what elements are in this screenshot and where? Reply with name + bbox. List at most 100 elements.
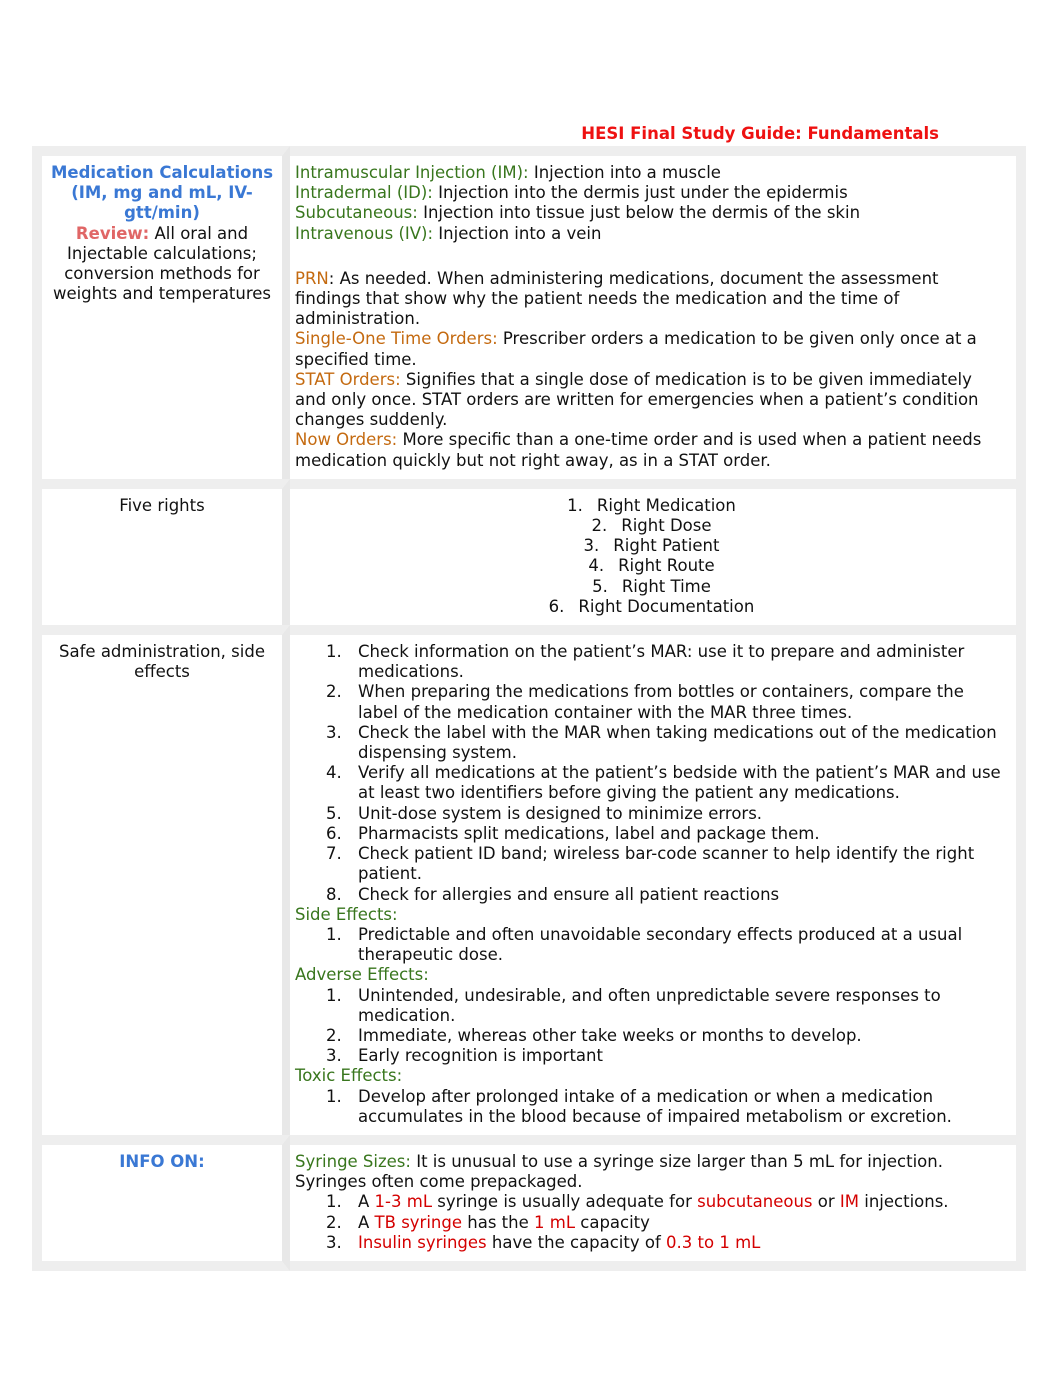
text-run: A <box>358 1212 375 1232</box>
list-item: 1. A 1-3 mL syringe is usually adequate f… <box>295 1192 1008 1212</box>
list-item: 1. Unintended, undesirable, and often unp… <box>295 986 1008 1026</box>
syringe-sizes-term: Syringe Sizes: <box>295 1151 411 1171</box>
table-row-five-rights: Five rights 1. Right Medication 2. Right D… <box>32 478 1026 626</box>
list-text: Unit-dose system is designed to minimize… <box>358 803 763 823</box>
list-number: 2. <box>326 1025 342 1045</box>
table-row-info-on: INFO ON: Syringe Sizes: It is unusual to… <box>32 1134 1026 1271</box>
list-item: 1. Predictable and often unavoidable seco… <box>295 925 1008 965</box>
list-number: 3. <box>326 1232 342 1252</box>
highlighted-text: 1-3 mL <box>374 1192 433 1212</box>
cell-safe-administration-content: 1. Check information on the patient’s MAR… <box>290 625 1026 1135</box>
list-number: 1. <box>326 985 342 1005</box>
toxic-effects-heading: Toxic Effects: <box>295 1066 403 1086</box>
list-number: 3. <box>583 536 600 556</box>
list-text: Check for allergies and ensure all patie… <box>358 884 780 904</box>
adverse-effects-list: 1. Unintended, undesirable, and often unp… <box>295 986 1008 1067</box>
list-item: 2. Immediate, whereas other take weeks or… <box>295 1026 1008 1046</box>
list-text: Early recognition is important <box>358 1046 603 1066</box>
review-label: Review: <box>75 223 150 243</box>
list-item: 1. Develop after prolonged intake of a me… <box>295 1087 1008 1127</box>
route-term: Intradermal (ID): <box>295 183 433 203</box>
list-number: 4. <box>588 556 605 576</box>
side-effects-heading: Side Effects: <box>295 904 398 924</box>
route-term: Subcutaneous: <box>295 203 418 223</box>
list-item: 7. Check patient ID band; wireless bar-co… <box>295 844 1008 884</box>
safe-administration-label: Safe administration, side effects <box>59 642 265 682</box>
list-text: Check the label with the MAR when taking… <box>358 722 997 763</box>
list-number: 2. <box>591 516 608 536</box>
list-number: 3. <box>326 1046 342 1066</box>
list-number: 1. <box>326 1086 342 1106</box>
highlighted-text: 0.3 to 1 mL <box>666 1232 761 1252</box>
list-text: A TB syringe has the 1 mL capacity <box>358 1213 650 1232</box>
list-item: 3. Check the label with the MAR when taki… <box>295 723 1008 763</box>
list-number: 8. <box>326 884 342 904</box>
list-number: 2. <box>326 682 342 702</box>
route-item: Subcutaneous: Injection into tissue just… <box>295 203 1008 223</box>
order-term: Now Orders: <box>295 430 398 450</box>
list-text: Check information on the patient’s MAR: … <box>358 642 965 682</box>
syringe-list: 1. A 1-3 mL syringe is usually adequate f… <box>295 1192 1008 1253</box>
list-item: 3. Insulin syringes have the capacity of … <box>295 1233 1008 1253</box>
list-text: Develop after prolonged intake of a medi… <box>358 1086 952 1126</box>
route-item: Intravenous (IV): Injection into a vein <box>295 224 1008 244</box>
order-definition: More specific than a one-time order and … <box>295 430 982 470</box>
highlighted-text: Insulin syringes <box>358 1232 487 1252</box>
safe-administration-steps: 1. Check information on the patient’s MAR… <box>295 642 1008 905</box>
text-run: or <box>812 1192 840 1212</box>
text-run: have the capacity of <box>486 1232 667 1252</box>
order-item: Now Orders: More specific than a one-tim… <box>295 430 1008 470</box>
text-run: injections. <box>859 1192 949 1212</box>
right-item: 3. Right Patient <box>295 536 1008 556</box>
list-number: 7. <box>326 844 342 864</box>
list-number: 6. <box>548 596 565 616</box>
list-item: 8. Check for allergies and ensure all pat… <box>295 885 1008 905</box>
right-text: Right Dose <box>621 516 712 536</box>
right-text: Right Route <box>618 556 715 576</box>
orders-list: PRN: As needed. When administering medic… <box>295 269 1008 471</box>
text-run: capacity <box>575 1212 650 1232</box>
cell-five-rights-topic: Five rights <box>32 478 290 626</box>
study-guide-table-wrapper: Medication Calculations (IM, mg and mL, … <box>32 146 1026 1271</box>
right-item: 5. Right Time <box>295 577 1008 597</box>
cell-five-rights-content: 1. Right Medication 2. Right Dose 3. Right … <box>290 478 1026 626</box>
review-note: Review: All oral and Injectable calculat… <box>46 224 278 305</box>
right-text: Right Medication <box>596 495 736 515</box>
list-text: Predictable and often unavoidable second… <box>358 924 963 965</box>
list-text: Immediate, whereas other take weeks or m… <box>358 1025 862 1045</box>
right-item: 2. Right Dose <box>295 516 1008 536</box>
route-term: Intravenous (IV): <box>295 223 434 243</box>
order-item: Single-One Time Orders: Prescriber order… <box>295 329 1008 369</box>
route-term: Intramuscular Injection (IM): <box>295 163 529 182</box>
medication-calculations-heading: Medication Calculations (IM, mg and mL, … <box>50 163 274 223</box>
list-text: When preparing the medications from bott… <box>358 682 964 722</box>
list-number: 5. <box>592 576 608 596</box>
syringe-sizes-intro: Syringe Sizes: It is unusual to use a sy… <box>295 1152 1008 1192</box>
list-number: 1. <box>326 1192 342 1212</box>
cell-safe-administration-topic: Safe administration, side effects <box>32 625 290 1135</box>
highlighted-text: IM <box>839 1192 860 1212</box>
highlighted-text: subcutaneous <box>697 1192 813 1212</box>
table-row-medication-calculations: Medication Calculations (IM, mg and mL, … <box>32 146 1026 479</box>
right-item: 1. Right Medication <box>295 496 1008 516</box>
right-text: Right Documentation <box>578 596 755 616</box>
list-item: 2. When preparing the medications from bo… <box>295 682 1008 722</box>
order-item: PRN: As needed. When administering medic… <box>295 269 1008 330</box>
text-run: A <box>358 1192 375 1212</box>
table-row-safe-administration: Safe administration, side effects 1. Chec… <box>32 625 1026 1135</box>
route-definition: Injection into the dermis just under the… <box>432 183 848 203</box>
list-text: Pharmacists split medications, label and… <box>358 823 820 843</box>
toxic-effects-list: 1. Develop after prolonged intake of a me… <box>295 1087 1008 1127</box>
right-text: Right Patient <box>613 536 720 556</box>
list-number: 2. <box>326 1212 342 1232</box>
list-number: 5. <box>326 803 342 823</box>
list-number: 1. <box>326 642 342 662</box>
cell-info-on-topic: INFO ON: <box>32 1134 290 1271</box>
document-title: HESI Final Study Guide: Fundamentals <box>581 124 939 143</box>
routes-list: Intramuscular Injection (IM): Injection … <box>295 163 1008 244</box>
adverse-effects-heading: Adverse Effects: <box>295 965 429 985</box>
list-item: 2. A TB syringe has the 1 mL capacity <box>295 1213 1008 1233</box>
list-text: Verify all medications at the patient’s … <box>358 763 1001 803</box>
right-item: 4. Right Route <box>295 556 1008 576</box>
